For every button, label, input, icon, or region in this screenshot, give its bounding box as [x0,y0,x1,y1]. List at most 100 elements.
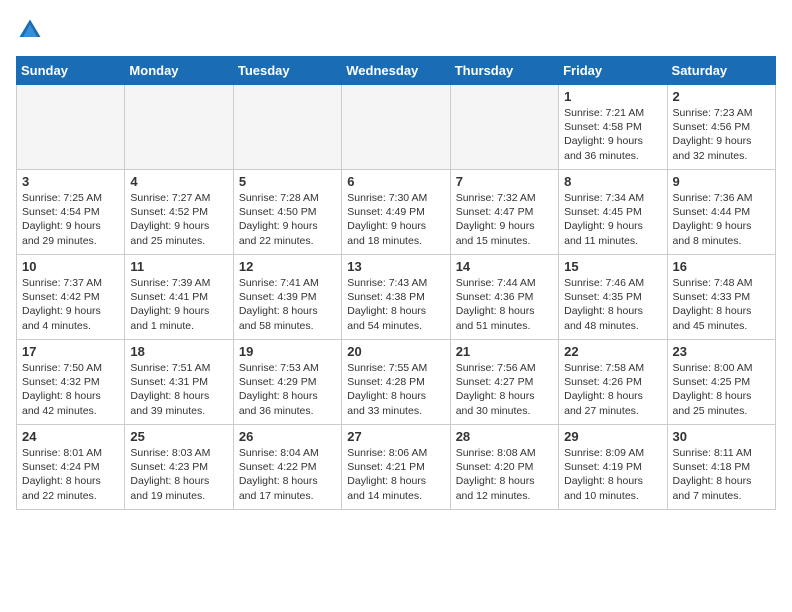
calendar-day: 28Sunrise: 8:08 AM Sunset: 4:20 PM Dayli… [450,425,558,510]
calendar: SundayMondayTuesdayWednesdayThursdayFrid… [16,56,776,510]
calendar-day: 1Sunrise: 7:21 AM Sunset: 4:58 PM Daylig… [559,85,667,170]
day-number: 13 [347,259,444,274]
calendar-day: 15 Sunrise: 7:46 AM Sunset: 4:35 PM Dayli… [559,255,667,340]
calendar-day: 11Sunrise: 7:39 AM Sunset: 4:41 PM Dayli… [125,255,233,340]
calendar-header-friday: Friday [559,57,667,85]
day-info: Sunrise: 7:32 AM Sunset: 4:47 PM Dayligh… [456,191,553,248]
calendar-day: 29 Sunrise: 8:09 AM Sunset: 4:19 PM Dayli… [559,425,667,510]
calendar-day: 7 Sunrise: 7:32 AM Sunset: 4:47 PM Daylig… [450,170,558,255]
calendar-header-saturday: Saturday [667,57,775,85]
day-info: Sunrise: 7:25 AM Sunset: 4:54 PM Dayligh… [22,191,119,248]
day-number: 26 [239,429,336,444]
calendar-header-thursday: Thursday [450,57,558,85]
day-info: Sunrise: 7:50 AM Sunset: 4:32 PM Dayligh… [22,361,119,418]
day-info: Sunrise: 7:27 AM Sunset: 4:52 PM Dayligh… [130,191,227,248]
calendar-day: 20 Sunrise: 7:55 AM Sunset: 4:28 PM Dayli… [342,340,450,425]
day-number: 18 [130,344,227,359]
day-number: 3 [22,174,119,189]
day-number: 21 [456,344,553,359]
calendar-header-tuesday: Tuesday [233,57,341,85]
calendar-day: 9 Sunrise: 7:36 AM Sunset: 4:44 PM Daylig… [667,170,775,255]
day-number: 6 [347,174,444,189]
day-info: Sunrise: 7:48 AM Sunset: 4:33 PM Dayligh… [673,276,770,333]
day-info: Sunrise: 8:08 AM Sunset: 4:20 PM Dayligh… [456,446,553,503]
calendar-day: 2 Sunrise: 7:23 AM Sunset: 4:56 PM Daylig… [667,85,775,170]
day-number: 12 [239,259,336,274]
day-info: Sunrise: 7:28 AM Sunset: 4:50 PM Dayligh… [239,191,336,248]
day-number: 2 [673,89,770,104]
day-info: Sunrise: 8:09 AM Sunset: 4:19 PM Dayligh… [564,446,661,503]
day-info: Sunrise: 7:43 AM Sunset: 4:38 PM Dayligh… [347,276,444,333]
day-number: 23 [673,344,770,359]
day-info: Sunrise: 8:04 AM Sunset: 4:22 PM Dayligh… [239,446,336,503]
day-number: 14 [456,259,553,274]
calendar-header-sunday: Sunday [17,57,125,85]
calendar-day: 18 Sunrise: 7:51 AM Sunset: 4:31 PM Dayli… [125,340,233,425]
calendar-day: 23 Sunrise: 8:00 AM Sunset: 4:25 PM Dayli… [667,340,775,425]
calendar-day: 10 Sunrise: 7:37 AM Sunset: 4:42 PM Dayli… [17,255,125,340]
day-number: 19 [239,344,336,359]
day-info: Sunrise: 8:11 AM Sunset: 4:18 PM Dayligh… [673,446,770,503]
day-info: Sunrise: 7:46 AM Sunset: 4:35 PM Dayligh… [564,276,661,333]
calendar-day [342,85,450,170]
calendar-day: 22 Sunrise: 7:58 AM Sunset: 4:26 PM Dayli… [559,340,667,425]
day-number: 7 [456,174,553,189]
day-number: 5 [239,174,336,189]
day-number: 15 [564,259,661,274]
calendar-day: 13 Sunrise: 7:43 AM Sunset: 4:38 PM Dayli… [342,255,450,340]
logo [16,16,48,44]
calendar-day: 14 Sunrise: 7:44 AM Sunset: 4:36 PM Dayli… [450,255,558,340]
day-info: Sunrise: 7:36 AM Sunset: 4:44 PM Dayligh… [673,191,770,248]
calendar-day: 16 Sunrise: 7:48 AM Sunset: 4:33 PM Dayli… [667,255,775,340]
header [16,16,776,44]
day-number: 4 [130,174,227,189]
day-info: Sunrise: 7:23 AM Sunset: 4:56 PM Dayligh… [673,106,770,163]
calendar-week-4: 17 Sunrise: 7:50 AM Sunset: 4:32 PM Dayli… [17,340,776,425]
calendar-day [450,85,558,170]
day-number: 24 [22,429,119,444]
calendar-week-2: 3 Sunrise: 7:25 AM Sunset: 4:54 PM Daylig… [17,170,776,255]
day-number: 1 [564,89,661,104]
day-info: Sunrise: 7:30 AM Sunset: 4:49 PM Dayligh… [347,191,444,248]
calendar-day [125,85,233,170]
day-info: Sunrise: 7:58 AM Sunset: 4:26 PM Dayligh… [564,361,661,418]
calendar-day: 5 Sunrise: 7:28 AM Sunset: 4:50 PM Daylig… [233,170,341,255]
calendar-week-5: 24Sunrise: 8:01 AM Sunset: 4:24 PM Dayli… [17,425,776,510]
calendar-header-monday: Monday [125,57,233,85]
calendar-header-wednesday: Wednesday [342,57,450,85]
day-number: 22 [564,344,661,359]
calendar-header-row: SundayMondayTuesdayWednesdayThursdayFrid… [17,57,776,85]
calendar-day: 27 Sunrise: 8:06 AM Sunset: 4:21 PM Dayli… [342,425,450,510]
calendar-day: 8Sunrise: 7:34 AM Sunset: 4:45 PM Daylig… [559,170,667,255]
day-number: 29 [564,429,661,444]
day-number: 11 [130,259,227,274]
calendar-day [233,85,341,170]
day-number: 20 [347,344,444,359]
calendar-day: 19 Sunrise: 7:53 AM Sunset: 4:29 PM Dayli… [233,340,341,425]
calendar-day: 12Sunrise: 7:41 AM Sunset: 4:39 PM Dayli… [233,255,341,340]
day-number: 16 [673,259,770,274]
day-info: Sunrise: 7:34 AM Sunset: 4:45 PM Dayligh… [564,191,661,248]
logo-icon [16,16,44,44]
calendar-week-3: 10 Sunrise: 7:37 AM Sunset: 4:42 PM Dayli… [17,255,776,340]
day-info: Sunrise: 8:06 AM Sunset: 4:21 PM Dayligh… [347,446,444,503]
calendar-day: 30Sunrise: 8:11 AM Sunset: 4:18 PM Dayli… [667,425,775,510]
day-number: 10 [22,259,119,274]
calendar-day: 6 Sunrise: 7:30 AM Sunset: 4:49 PM Daylig… [342,170,450,255]
day-number: 27 [347,429,444,444]
calendar-day: 26 Sunrise: 8:04 AM Sunset: 4:22 PM Dayli… [233,425,341,510]
day-number: 25 [130,429,227,444]
day-info: Sunrise: 7:56 AM Sunset: 4:27 PM Dayligh… [456,361,553,418]
day-info: Sunrise: 8:00 AM Sunset: 4:25 PM Dayligh… [673,361,770,418]
calendar-day: 21 Sunrise: 7:56 AM Sunset: 4:27 PM Dayli… [450,340,558,425]
day-info: Sunrise: 7:55 AM Sunset: 4:28 PM Dayligh… [347,361,444,418]
calendar-day: 17 Sunrise: 7:50 AM Sunset: 4:32 PM Dayli… [17,340,125,425]
day-info: Sunrise: 7:37 AM Sunset: 4:42 PM Dayligh… [22,276,119,333]
day-info: Sunrise: 7:53 AM Sunset: 4:29 PM Dayligh… [239,361,336,418]
day-info: Sunrise: 8:03 AM Sunset: 4:23 PM Dayligh… [130,446,227,503]
day-info: Sunrise: 7:51 AM Sunset: 4:31 PM Dayligh… [130,361,227,418]
day-number: 17 [22,344,119,359]
calendar-day: 3 Sunrise: 7:25 AM Sunset: 4:54 PM Daylig… [17,170,125,255]
day-info: Sunrise: 7:44 AM Sunset: 4:36 PM Dayligh… [456,276,553,333]
day-number: 9 [673,174,770,189]
